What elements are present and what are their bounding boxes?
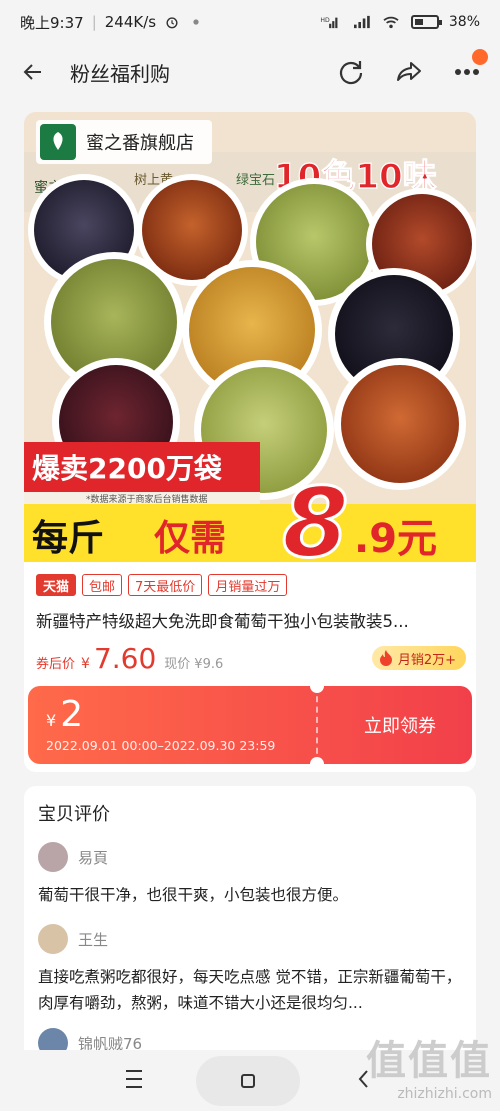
status-time: 晚上9:37 (20, 13, 84, 32)
current-price: ¥9.6 (194, 657, 224, 672)
more-icon (455, 69, 479, 75)
battery-level: 38% (448, 14, 480, 30)
page-title: 粉丝福利购 (70, 61, 170, 86)
tag-lowest-price: 7天最低价 (128, 574, 203, 596)
watermark-logo: 值值值 (366, 1038, 492, 1084)
review-text: 葡萄干很干净，也很干爽，小包装也很方便。 (38, 886, 349, 904)
leaf-icon (53, 132, 63, 150)
reviews-title: 宝贝评价 (38, 804, 110, 825)
review-text: 直接吃煮粥吃都很好，每天吃点感 觉不错，正宗新疆葡萄干，肉厚有嚼劲，熬粥，味道不… (38, 968, 462, 1013)
coupon-divider (316, 686, 318, 764)
after-coupon-label: 券后价 (36, 657, 76, 672)
coupon-card[interactable]: ¥ 2 2022.09.01 00:00–2022.09.30 23:59 立即… (28, 686, 472, 764)
svg-text:HD: HD (320, 17, 330, 24)
monthly-sales-text: 月销2万+ (397, 652, 456, 668)
watermark: 值值值 zhizhizhi.com (356, 1028, 492, 1102)
review-item[interactable]: 王生 直接吃煮粥吃都很好，每天吃点感 觉不错，正宗新疆葡萄干，肉厚有嚼劲，熬粥，… (38, 924, 462, 1017)
avatar (38, 924, 68, 954)
product-image[interactable]: 蜜之番 树上黄 绿宝石 10色10味 爆卖2200万袋 *数据来源于商家后台销售… (24, 112, 476, 562)
label-lvbaoshi: 绿宝石 (236, 173, 275, 188)
arrow-left-icon (23, 64, 41, 80)
currency-symbol: ¥ (81, 656, 90, 672)
watermark-site: zhizhizhi.com (397, 1086, 492, 1102)
review-username: 易頁 (78, 848, 109, 867)
share-icon (397, 62, 421, 81)
after-coupon-price: 7.60 (93, 642, 157, 675)
data-note-text: *数据来源于商家后台销售数据 (86, 493, 208, 505)
price-big-text: 8 (282, 467, 349, 562)
review-item[interactable]: 易頁 葡萄干很干净，也很干爽，小包装也很方便。 (38, 842, 462, 908)
notification-icon (193, 19, 199, 25)
price-prefix-text: 每斤 (32, 518, 104, 559)
fire-icon (379, 650, 392, 666)
coupon-validity: 2022.09.01 00:00–2022.09.30 23:59 (46, 738, 276, 753)
app-header: 粉丝福利购 (0, 44, 500, 100)
product-tags: 天猫 包邮 7天最低价 月销量过万 (36, 574, 288, 596)
monthly-sales-badge: 月销2万+ (371, 646, 466, 670)
battery-icon (410, 15, 442, 29)
status-bar: 晚上9:37 | 244K/s HD 38% (0, 0, 500, 44)
avatar (38, 842, 68, 872)
price-tail-text: .9元 (354, 516, 437, 562)
coupon-amount: 2 (60, 694, 84, 735)
signal-hd-icon: HD (320, 17, 338, 29)
more-button[interactable] (452, 49, 488, 87)
refresh-button[interactable] (336, 57, 366, 87)
coupon-notch-bottom (310, 757, 324, 764)
menu-icon (126, 1070, 142, 1072)
price-mid-text: 仅需 (154, 518, 226, 559)
product-title[interactable]: 新疆特产特级超大免洗即食葡萄干独小包装散装5... (36, 608, 466, 632)
product-card: 蜜之番 树上黄 绿宝石 10色10味 爆卖2200万袋 *数据来源于商家后台销售… (24, 112, 476, 772)
store-tag[interactable]: 蜜之番旗舰店 (36, 120, 212, 164)
home-button[interactable] (196, 1056, 300, 1106)
tag-tmall: 天猫 (36, 574, 77, 596)
tag-monthly-sales: 月销量过万 (208, 574, 288, 596)
home-icon (241, 1074, 255, 1088)
wifi-icon (383, 16, 399, 29)
sold-text: 爆卖2200万袋 (32, 452, 223, 485)
signal-icon (353, 15, 370, 29)
menu-button[interactable] (126, 1070, 146, 1088)
notification-badge (472, 49, 488, 65)
price-row: 券后价 ¥ 7.60 现价 ¥9.6 月销2万+ (36, 642, 466, 675)
coupon-currency: ¥ (46, 711, 57, 730)
network-speed: 244K/s (104, 13, 157, 31)
claim-coupon-button[interactable]: 立即领券 (328, 686, 472, 764)
store-logo-icon (40, 124, 76, 160)
tag-free-shipping: 包邮 (82, 574, 123, 596)
share-button[interactable] (394, 57, 424, 87)
alarm-icon (166, 17, 178, 29)
current-price-label: 现价 (164, 657, 191, 672)
store-name: 蜜之番旗舰店 (86, 133, 194, 154)
back-button[interactable] (18, 57, 48, 87)
coupon-notch-top (310, 686, 324, 693)
refresh-icon (339, 61, 363, 85)
review-username: 王生 (78, 930, 109, 949)
raisin-bowls-illustration: 蜜之番 树上黄 绿宝石 10色10味 爆卖2200万袋 *数据来源于商家后台销售… (24, 112, 476, 562)
